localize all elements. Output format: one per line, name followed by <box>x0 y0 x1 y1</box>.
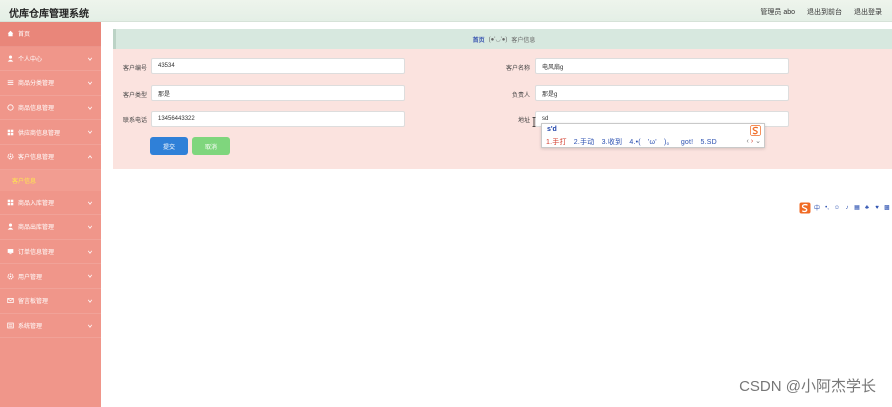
chevron-down-icon <box>87 81 93 86</box>
sidebar-item-customer[interactable]: 客户信息管理 <box>0 145 101 170</box>
breadcrumb: 首页 (●'◡'●) 客户信息 <box>113 29 892 49</box>
settings-icon <box>6 321 14 329</box>
gear-icon <box>6 272 14 280</box>
sidebar-item-label: 系统管理 <box>18 323 43 330</box>
ime-candidate-4b[interactable]: got! <box>681 139 693 146</box>
submit-button[interactable]: 提交 <box>150 137 188 155</box>
box-icon <box>6 104 14 112</box>
sogou-logo-icon[interactable] <box>799 202 811 214</box>
ime-voice-icon[interactable]: ♪ <box>843 204 851 212</box>
ime-prev-icon[interactable]: ‹ <box>747 138 749 145</box>
chevron-down-icon <box>87 324 93 328</box>
sidebar-item-label: 首页 <box>18 32 31 39</box>
sidebar-item-product[interactable]: 商品信息管理 <box>0 96 101 121</box>
ime-chinese-mode-icon[interactable]: 中 <box>813 204 821 212</box>
ime-candidate-2[interactable]: 2.手动 <box>574 139 595 146</box>
sidebar-item-label: 订单信息管理 <box>18 250 55 257</box>
sidebar-subitem-customer-info[interactable]: 客户信息 <box>0 169 101 191</box>
sidebar-item-outbound[interactable]: 商品出库管理 <box>0 215 101 240</box>
sidebar-item-label: 个人中心 <box>18 56 43 63</box>
grid-icon <box>6 128 14 136</box>
ime-punctuation-icon[interactable]: •, <box>823 204 831 212</box>
user-icon <box>6 54 14 62</box>
sidebar-item-label: 商品分类管理 <box>18 81 55 88</box>
sidebar: 首页 个人中心 商品分类管理 商品信息管理 供应商信息管理 客户信息管理 客户信… <box>0 22 101 407</box>
chevron-down-icon <box>87 250 93 254</box>
field-label-customer-id: 客户编号 <box>122 66 147 72</box>
chevron-down-icon <box>87 106 93 110</box>
chevron-down-icon <box>87 57 93 61</box>
field-label-customer-name: 客户名称 <box>505 66 530 72</box>
customer-id-input[interactable]: 43534 <box>151 58 405 74</box>
sidebar-item-category[interactable]: 商品分类管理 <box>0 71 101 96</box>
logout-link[interactable]: 退出登录 <box>854 7 882 17</box>
ime-tools-icon[interactable]: ♣ <box>863 204 871 212</box>
current-user-label: 管理员 abo <box>760 9 795 16</box>
ime-page-nav[interactable]: ‹ › ⌄ <box>747 137 761 145</box>
ime-candidate-3[interactable]: 3.收到 <box>602 139 623 146</box>
field-label-address: 地址 <box>517 118 530 124</box>
ime-emoji-icon[interactable]: ☺ <box>833 204 841 212</box>
phone-input[interactable]: 13456443322 <box>151 111 405 127</box>
sidebar-item-inbound[interactable]: 商品入库管理 <box>0 191 101 216</box>
ime-skin-icon[interactable]: ♥ <box>873 204 881 212</box>
sidebar-item-users[interactable]: 用户管理 <box>0 264 101 289</box>
field-label-phone: 联系电话 <box>122 118 147 124</box>
sidebar-item-label: 商品入库管理 <box>18 200 55 207</box>
ime-candidate-list: 1.手打 2.手动 3.收到 4.•( 'ω' )。 got! 5.SD <box>546 137 722 147</box>
sidebar-item-home[interactable]: 首页 <box>0 22 101 47</box>
breadcrumb-current: 客户信息 <box>511 37 536 44</box>
customer-name-input[interactable]: 电风扇g <box>535 58 789 74</box>
sogou-logo-icon <box>750 125 761 136</box>
ime-toolbar: 中 •, ☺ ♪ ▦ ♣ ♥ ▩ <box>799 201 892 214</box>
user-icon <box>6 223 14 231</box>
customer-type-input[interactable]: 那是 <box>151 85 405 101</box>
sidebar-item-supplier[interactable]: 供应商信息管理 <box>0 120 101 145</box>
ime-next-icon[interactable]: › <box>751 138 753 145</box>
sidebar-item-order[interactable]: 订单信息管理 <box>0 240 101 265</box>
chevron-up-icon <box>87 155 93 159</box>
breadcrumb-emoticon: (●'◡'●) <box>488 36 508 43</box>
monitor-icon <box>6 248 14 256</box>
cancel-button[interactable]: 取消 <box>192 137 230 155</box>
sidebar-item-profile[interactable]: 个人中心 <box>0 47 101 72</box>
ime-candidate-5[interactable]: 5.SD <box>700 139 716 146</box>
text-cursor-icon <box>532 117 536 127</box>
ime-menu-icon[interactable]: ▩ <box>883 204 891 212</box>
ime-keyboard-icon[interactable]: ▦ <box>853 204 861 212</box>
sidebar-item-system[interactable]: 系统管理 <box>0 314 101 339</box>
watermark-text: CSDN @小阿杰学长 <box>739 378 876 395</box>
chevron-down-icon <box>87 225 93 230</box>
message-icon <box>6 297 14 305</box>
app-title: 优库仓库管理系统 <box>9 9 89 20</box>
chevron-down-icon <box>87 299 93 303</box>
ime-candidate-4[interactable]: 4.•( 'ω' )。 <box>629 139 673 146</box>
sidebar-item-messages[interactable]: 留言板管理 <box>0 289 101 314</box>
ime-expand-icon[interactable]: ⌄ <box>755 138 761 145</box>
breadcrumb-home-link[interactable]: 首页 <box>473 35 485 44</box>
sidebar-item-label: 客户信息管理 <box>18 155 55 162</box>
sidebar-item-label: 商品信息管理 <box>18 106 55 113</box>
sidebar-item-label: 用户管理 <box>18 274 43 281</box>
contact-person-input[interactable]: 那是g <box>535 85 789 101</box>
gear-icon <box>6 153 14 161</box>
ime-composition-text: s'd <box>547 126 557 133</box>
field-label-contact-person: 负责人 <box>511 93 530 99</box>
ime-candidate-window: s'd 1.手打 2.手动 3.收到 4.•( 'ω' )。 got! 5.SD… <box>541 123 765 148</box>
sidebar-item-label: 留言板管理 <box>18 299 49 306</box>
chevron-down-icon <box>87 130 93 135</box>
sidebar-subitem-label: 客户信息 <box>12 178 37 185</box>
sidebar-item-label: 供应商信息管理 <box>18 130 61 137</box>
chevron-down-icon <box>87 201 93 205</box>
exit-to-frontend-link[interactable]: 退出到前台 <box>807 7 842 17</box>
grid-icon <box>6 198 14 206</box>
list-icon <box>6 79 14 87</box>
field-label-customer-type: 客户类型 <box>122 93 147 99</box>
top-links: 管理员 abo 退出到前台 退出登录 <box>760 7 882 17</box>
sidebar-item-label: 商品出库管理 <box>18 225 55 232</box>
home-icon <box>6 30 14 38</box>
top-bar: 优库仓库管理系统 管理员 abo 退出到前台 退出登录 <box>0 0 892 22</box>
ime-candidate-1[interactable]: 1.手打 <box>546 139 567 146</box>
chevron-down-icon <box>87 274 93 279</box>
